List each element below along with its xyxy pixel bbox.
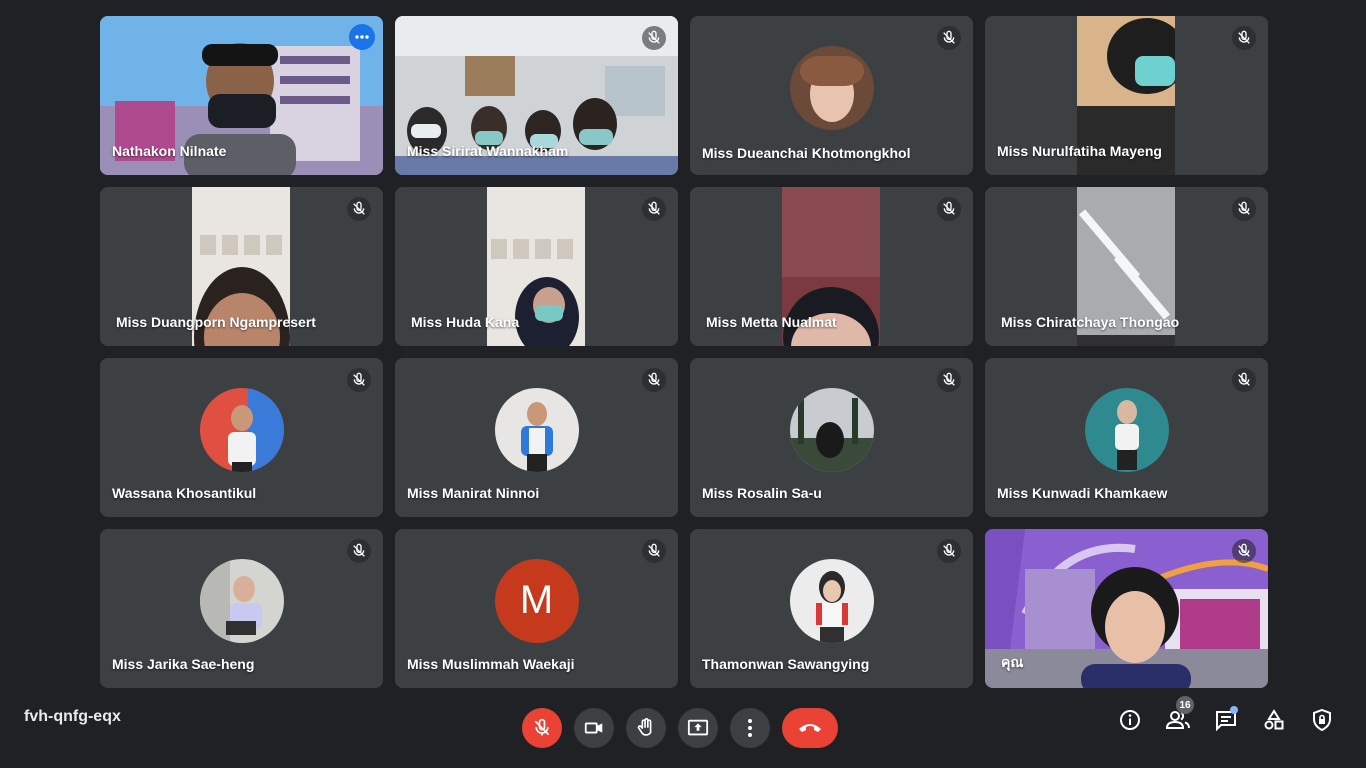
host-controls-button[interactable] [1306,704,1338,736]
meeting-details-button[interactable] [1114,704,1146,736]
people-button[interactable]: 16 [1162,696,1194,736]
participant-name: Nathakon Nilnate [112,143,227,159]
call-controls [522,708,838,748]
raise-hand-icon [637,718,652,736]
participant-grid: Nathakon Nilnate Miss Sirirat Wannakham … [100,16,1268,688]
avatar [789,558,874,643]
hang-up-button[interactable] [782,708,838,748]
camera-icon [584,722,603,734]
mic-off-icon [642,368,666,392]
mic-off-icon [1232,197,1256,221]
avatar [1084,387,1169,472]
participant-name: Miss Manirat Ninnoi [407,485,540,501]
participant-tile[interactable]: Thamonwan Sawangying [690,529,973,688]
participant-name: คุณ [1001,654,1024,670]
participant-tile[interactable]: Wassana Khosantikul [100,358,383,517]
participant-name: Miss Duangporn Ngampresert [116,314,316,330]
mic-toggle-button[interactable] [522,708,562,748]
participant-tile[interactable]: Miss Sirirat Wannakham [395,16,678,175]
mic-off-icon [937,368,961,392]
mic-off-icon [1232,26,1256,50]
mic-off-icon [1232,539,1256,563]
more-options-icon [748,719,752,737]
mic-off-icon [534,718,550,736]
more-options-button[interactable] [730,708,770,748]
avatar-letter: M [519,578,554,622]
mic-off-icon [347,368,371,392]
self-video-feed [985,529,1268,688]
participant-name: Wassana Khosantikul [112,485,257,501]
new-message-indicator [1230,706,1238,714]
participant-name: Miss Sirirat Wannakham [407,143,569,159]
hang-up-icon [799,724,821,732]
self-tile[interactable]: คุณ [985,529,1268,688]
participant-name: Miss Rosalin Sa-u [702,485,822,501]
participant-tile[interactable]: Miss Dueanchai Khotmongkhol [690,16,973,175]
participant-tile[interactable]: Miss Jarika Sae-heng [100,529,383,688]
activities-icon [1264,709,1284,730]
activities-button[interactable] [1258,704,1290,736]
participant-tile[interactable]: Miss Nurulfatiha Mayeng [985,16,1268,175]
mic-off-icon [642,197,666,221]
avatar [789,45,874,130]
mic-off-icon [642,26,666,50]
present-screen-icon [687,719,709,736]
participant-tile[interactable]: Miss Metta Nualmat [690,187,973,346]
mic-off-icon [642,539,666,563]
avatar [199,558,284,643]
mic-off-icon [347,197,371,221]
more-options-icon[interactable] [349,24,375,50]
mic-off-icon [937,26,961,50]
participant-tile[interactable]: Miss Duangporn Ngampresert [100,187,383,346]
participant-name: Miss Huda Kana [411,314,520,330]
camera-toggle-button[interactable] [574,708,614,748]
participant-name: Miss Muslimmah Waekaji [407,656,575,672]
participant-count-badge: 16 [1176,696,1194,714]
avatar [494,387,579,472]
participant-tile[interactable]: M Miss Muslimmah Waekaji [395,529,678,688]
avatar [789,387,874,472]
mic-off-icon [937,539,961,563]
present-screen-button[interactable] [678,708,718,748]
participant-name: Thamonwan Sawangying [702,656,870,672]
chat-button[interactable] [1210,704,1242,736]
participant-name: Miss Chiratchaya Thongao [1001,314,1180,330]
participant-name: Miss Jarika Sae-heng [112,656,255,672]
participant-name: Miss Dueanchai Khotmongkhol [702,145,911,161]
mic-off-icon [937,197,961,221]
mic-off-icon [1232,368,1256,392]
participant-tile[interactable]: Miss Manirat Ninnoi [395,358,678,517]
avatar: M [494,558,579,643]
host-controls-icon [1313,708,1331,732]
participant-name: Miss Kunwadi Khamkaew [997,485,1168,501]
side-panel-controls: 16 [1114,696,1338,736]
participant-tile[interactable]: Miss Huda Kana [395,187,678,346]
info-icon [1120,710,1140,730]
participant-tile[interactable]: Miss Kunwadi Khamkaew [985,358,1268,517]
raise-hand-button[interactable] [626,708,666,748]
participant-name: Miss Metta Nualmat [706,314,837,330]
mic-off-icon [347,539,371,563]
participant-tile[interactable]: Miss Rosalin Sa-u [690,358,973,517]
participant-tile[interactable]: Miss Chiratchaya Thongao [985,187,1268,346]
participant-name: Miss Nurulfatiha Mayeng [997,143,1162,159]
avatar [199,387,284,472]
meeting-code: fvh-qnfg-eqx [24,708,121,725]
bottom-bar: fvh-qnfg-eqx 16 [0,688,1366,768]
participant-tile[interactable]: Nathakon Nilnate [100,16,383,175]
